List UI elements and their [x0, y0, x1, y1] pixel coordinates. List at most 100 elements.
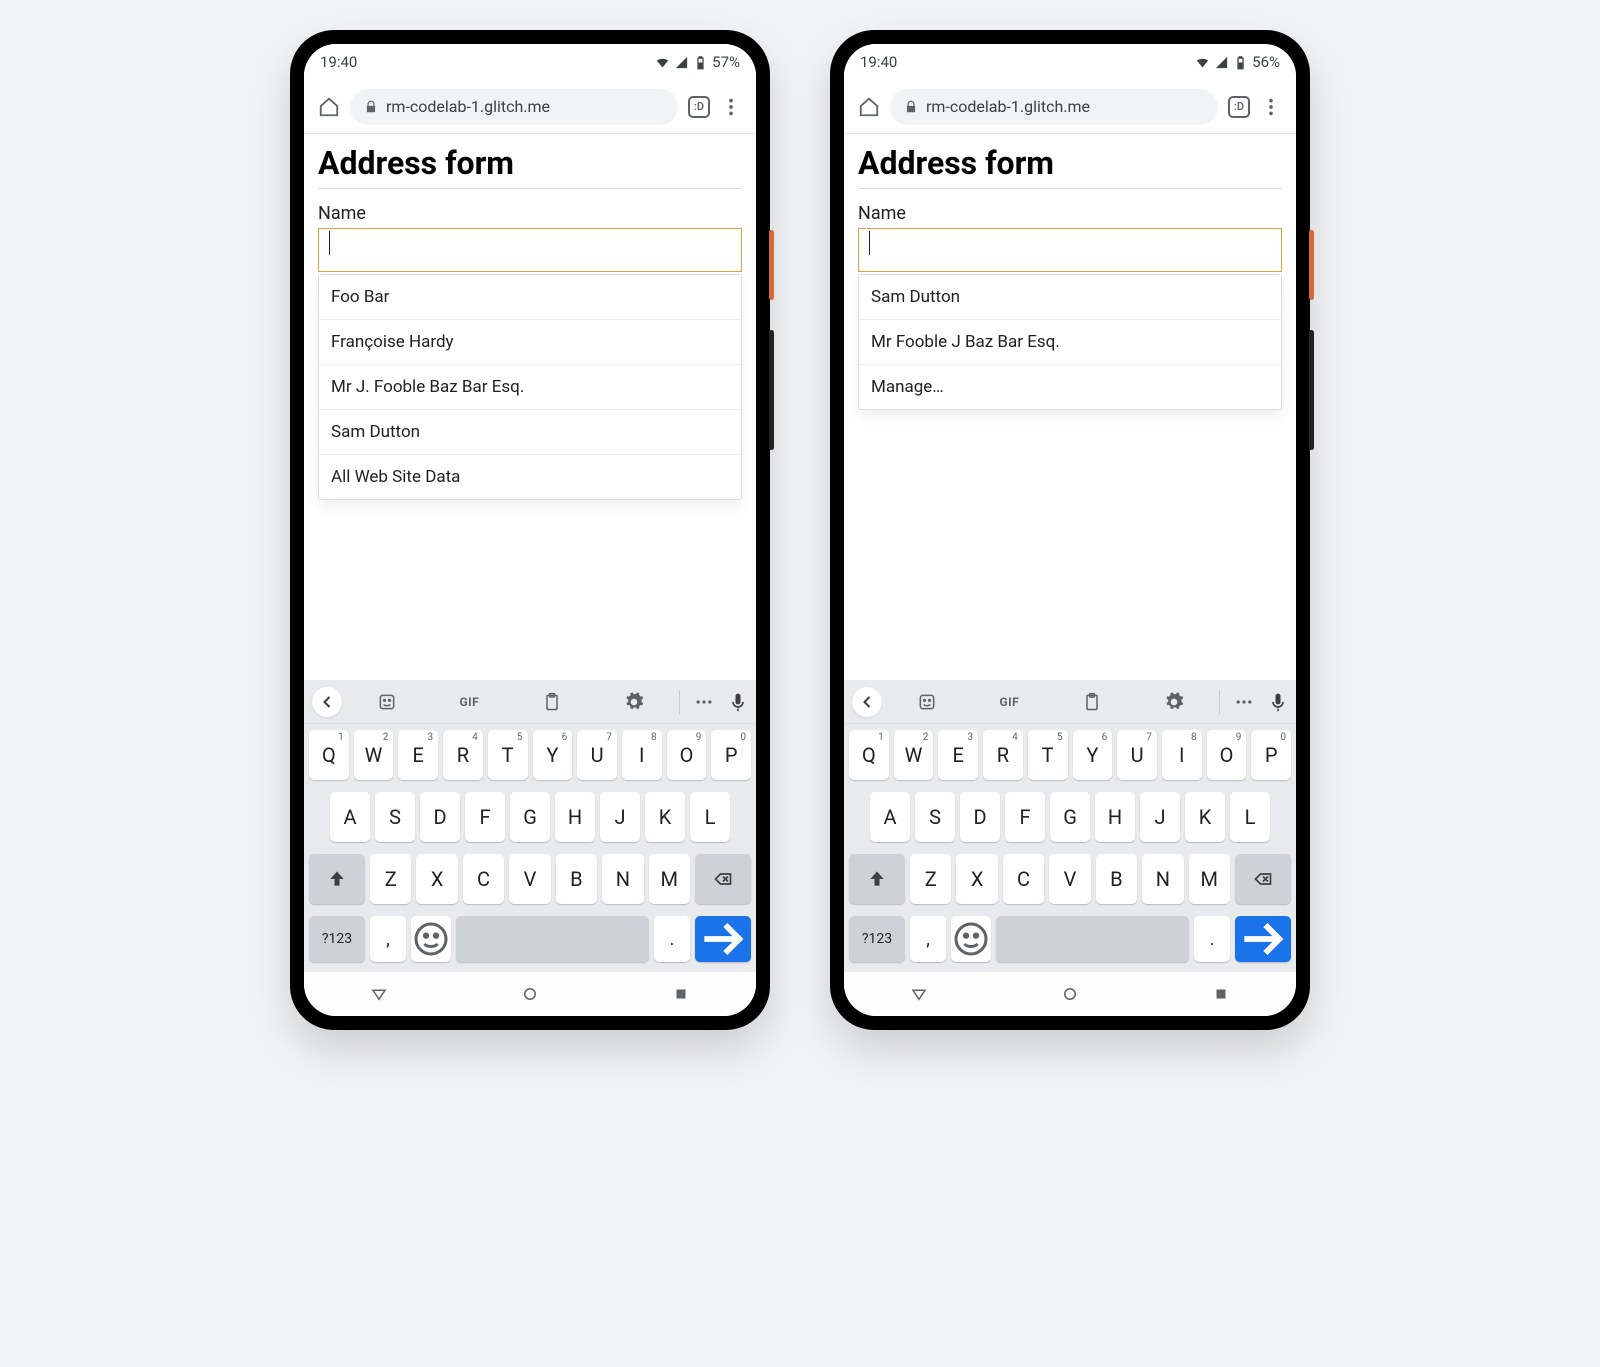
key[interactable]: Z	[910, 854, 951, 904]
key[interactable]: A	[870, 792, 910, 842]
key[interactable]: P0	[1251, 730, 1291, 780]
name-input[interactable]	[858, 228, 1282, 272]
nav-back-icon[interactable]	[910, 985, 928, 1003]
shift-key[interactable]	[849, 854, 905, 904]
space-key[interactable]	[996, 916, 1189, 962]
key[interactable]: D	[960, 792, 1000, 842]
name-input[interactable]	[318, 228, 742, 272]
key[interactable]: W2	[354, 730, 394, 780]
collapse-button[interactable]	[852, 687, 882, 717]
autofill-suggestion[interactable]: Mr Fooble J Baz Bar Esq.	[859, 320, 1281, 365]
key[interactable]: S	[375, 792, 415, 842]
key[interactable]: O9	[1207, 730, 1247, 780]
key[interactable]: V	[509, 854, 550, 904]
autofill-suggestion[interactable]: Françoise Hardy	[319, 320, 741, 365]
key[interactable]: W2	[894, 730, 934, 780]
clipboard-icon[interactable]	[1082, 692, 1102, 712]
mic-icon[interactable]	[1268, 692, 1288, 712]
period-key[interactable]: .	[654, 916, 690, 962]
autofill-suggestion[interactable]: Manage…	[859, 365, 1281, 409]
gear-icon[interactable]	[1164, 692, 1184, 712]
key[interactable]: Y6	[533, 730, 573, 780]
key[interactable]: A	[330, 792, 370, 842]
backspace-key[interactable]	[695, 854, 751, 904]
key[interactable]: L	[690, 792, 730, 842]
space-key[interactable]	[456, 916, 649, 962]
mic-icon[interactable]	[728, 692, 748, 712]
key[interactable]: G	[1050, 792, 1090, 842]
key[interactable]: F	[1005, 792, 1045, 842]
numeric-key[interactable]: ?123	[309, 916, 365, 962]
more-icon[interactable]	[720, 96, 742, 118]
key[interactable]: K	[1185, 792, 1225, 842]
key[interactable]: B	[556, 854, 597, 904]
sticker-icon[interactable]	[377, 692, 397, 712]
key[interactable]: Z	[370, 854, 411, 904]
enter-key[interactable]	[1235, 916, 1291, 962]
key[interactable]: L	[1230, 792, 1270, 842]
sticker-icon[interactable]	[917, 692, 937, 712]
more-icon[interactable]	[1260, 96, 1282, 118]
key[interactable]: G	[510, 792, 550, 842]
period-key[interactable]: .	[1194, 916, 1230, 962]
more-horizontal-icon[interactable]	[694, 692, 714, 712]
more-horizontal-icon[interactable]	[1234, 692, 1254, 712]
nav-recents-icon[interactable]	[672, 985, 690, 1003]
autofill-suggestion[interactable]: Sam Dutton	[859, 275, 1281, 320]
key[interactable]: J	[1140, 792, 1180, 842]
gif-button[interactable]: GIF	[999, 695, 1019, 709]
key[interactable]: P0	[711, 730, 751, 780]
home-icon[interactable]	[858, 96, 880, 118]
tabs-button[interactable]: :D	[1228, 96, 1250, 118]
enter-key[interactable]	[695, 916, 751, 962]
numeric-key[interactable]: ?123	[849, 916, 905, 962]
autofill-suggestion[interactable]: Sam Dutton	[319, 410, 741, 455]
key[interactable]: M	[1189, 854, 1230, 904]
key[interactable]: B	[1096, 854, 1137, 904]
key[interactable]: R4	[443, 730, 483, 780]
shift-key[interactable]	[309, 854, 365, 904]
key[interactable]: T5	[1028, 730, 1068, 780]
nav-home-icon[interactable]	[1061, 985, 1079, 1003]
nav-back-icon[interactable]	[370, 985, 388, 1003]
key[interactable]: U7	[1117, 730, 1157, 780]
nav-home-icon[interactable]	[521, 985, 539, 1003]
url-bar[interactable]: rm-codelab-1.glitch.me	[350, 89, 678, 125]
collapse-button[interactable]	[312, 687, 342, 717]
key[interactable]: I8	[622, 730, 662, 780]
key[interactable]: U7	[577, 730, 617, 780]
key[interactable]: X	[416, 854, 457, 904]
key[interactable]: Y6	[1073, 730, 1113, 780]
key[interactable]: I8	[1162, 730, 1202, 780]
key[interactable]: J	[600, 792, 640, 842]
power-button[interactable]	[1309, 230, 1314, 300]
key[interactable]: O9	[667, 730, 707, 780]
key[interactable]: C	[1003, 854, 1044, 904]
emoji-key[interactable]	[411, 916, 451, 962]
key[interactable]: X	[956, 854, 997, 904]
home-icon[interactable]	[318, 96, 340, 118]
key[interactable]: Q1	[309, 730, 349, 780]
key[interactable]: E3	[398, 730, 438, 780]
key[interactable]: S	[915, 792, 955, 842]
key[interactable]: H	[555, 792, 595, 842]
autofill-suggestion[interactable]: All Web Site Data	[319, 455, 741, 499]
key[interactable]: R4	[983, 730, 1023, 780]
clipboard-icon[interactable]	[542, 692, 562, 712]
volume-button[interactable]	[769, 330, 774, 450]
tabs-button[interactable]: :D	[688, 96, 710, 118]
gif-button[interactable]: GIF	[459, 695, 479, 709]
backspace-key[interactable]	[1235, 854, 1291, 904]
nav-recents-icon[interactable]	[1212, 985, 1230, 1003]
url-bar[interactable]: rm-codelab-1.glitch.me	[890, 89, 1218, 125]
volume-button[interactable]	[1309, 330, 1314, 450]
power-button[interactable]	[769, 230, 774, 300]
key[interactable]: H	[1095, 792, 1135, 842]
key[interactable]: F	[465, 792, 505, 842]
key[interactable]: E3	[938, 730, 978, 780]
comma-key[interactable]: ,	[910, 916, 946, 962]
key[interactable]: K	[645, 792, 685, 842]
key[interactable]: N	[1142, 854, 1183, 904]
key[interactable]: Q1	[849, 730, 889, 780]
gear-icon[interactable]	[624, 692, 644, 712]
